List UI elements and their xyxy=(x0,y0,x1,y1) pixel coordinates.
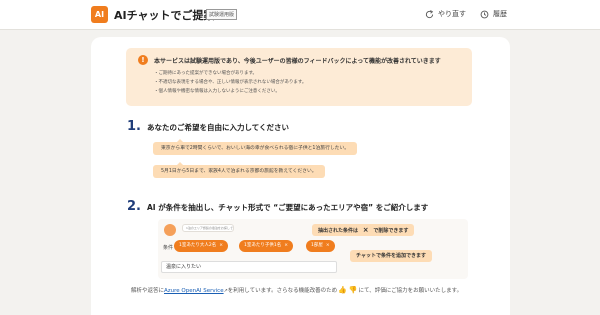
chat-input[interactable]: 温泉に入りたい xyxy=(161,261,337,273)
notice-list: ・ご期待にあった提案ができない場合があります。 ・不適切な表現をする場合や、正し… xyxy=(154,69,306,96)
notice-item: ・個人情報や機密な情報は入力しないようにご注意ください。 xyxy=(154,89,280,94)
step-2-number: 2. xyxy=(127,199,141,214)
close-icon[interactable]: × xyxy=(219,243,223,248)
callout-add: チャットで条件を追加できます xyxy=(350,250,432,262)
app-header: AI AIチャットでご提案 試験運用版 やり直す 履歴 xyxy=(0,0,600,30)
chip-label: 1室あたり子供1名 xyxy=(244,243,282,248)
app-title: AIチャットでご提案 xyxy=(114,9,215,22)
chip-label: 1部屋 xyxy=(311,243,323,248)
notice-item: ・ご期待にあった提案ができない場合があります。 xyxy=(154,71,258,76)
warning-icon: ! xyxy=(138,55,148,65)
footer-suffix: にて、評価にご協力をお願いいたします。 xyxy=(358,288,463,294)
bot-avatar xyxy=(164,224,176,236)
footer-prefix: 解析や返答に xyxy=(131,288,165,294)
history-button[interactable]: 履歴 xyxy=(480,9,507,19)
refresh-icon xyxy=(425,9,434,18)
retry-label: やり直す xyxy=(438,10,466,18)
trial-notice: ! 本サービスは試験運用版であり、今後ユーザーの皆様のフィードバックによって機能… xyxy=(126,48,472,106)
callout-delete: 抽出された条件は × で削除できます xyxy=(312,224,415,236)
close-icon: × xyxy=(362,226,369,234)
step-1-number: 1. xyxy=(127,119,141,134)
retry-button[interactable]: やり直す xyxy=(425,9,466,19)
azure-openai-link[interactable]: Azure OpenAI Service xyxy=(164,288,224,294)
history-icon xyxy=(480,10,489,18)
step-2-heading: 2. AI が条件を抽出し、チャット形式で “ご要望にあったエリアや宿” をご紹… xyxy=(127,199,428,214)
bot-message: 1泊のエリア旅館の宿泊をお探しです。 xyxy=(182,224,234,232)
condition-label: 条件 xyxy=(163,245,174,251)
footer-note: 解析や返答にAzure OpenAI Service↗を利用しています。さらなる… xyxy=(131,286,462,294)
app-logo: AI xyxy=(91,6,108,23)
footer-middle: を利用しています。さらなる機能改善のため xyxy=(227,288,338,294)
thumbs-down-icon: 👎 xyxy=(348,286,358,294)
notice-item: ・不適切な表現をする場合や、正しい情報が表示されない場合があります。 xyxy=(154,80,307,85)
history-label: 履歴 xyxy=(493,10,507,18)
step-1-text: あなたのご希望を自由に入力してください xyxy=(146,123,290,132)
step-1-heading: 1. あなたのご希望を自由に入力してください xyxy=(127,119,289,134)
callout-delete-suffix: で削除できます xyxy=(373,228,409,234)
example-bubble-2: 5月1日から5日まで、家族4人で泊まれる京都の旅館を教えてください。 xyxy=(153,162,325,178)
step-2-text: AI が条件を抽出し、チャット形式で “ご要望にあったエリアや宿” をご紹介しま… xyxy=(146,203,429,212)
notice-title: 本サービスは試験運用版であり、今後ユーザーの皆様のフィードバックによって機能が改… xyxy=(154,58,441,65)
example-bubble-1: 東京から車で2時間くらいで、おいしい海の幸が食べられる宿に子供と1泊旅行したい。 xyxy=(153,139,358,155)
condition-chip[interactable]: 1室あたり子供1名 × xyxy=(239,240,294,252)
condition-chip[interactable]: 1室あたり大人2名 × xyxy=(174,240,229,252)
close-icon[interactable]: × xyxy=(284,243,288,248)
trial-badge: 試験運用版 xyxy=(206,9,238,20)
thumbs-up-icon: 👍 xyxy=(338,286,347,294)
condition-chip[interactable]: 1部屋 × xyxy=(306,240,335,252)
callout-delete-prefix: 抽出された条件は xyxy=(318,228,359,234)
main-card: ! 本サービスは試験運用版であり、今後ユーザーの皆様のフィードバックによって機能… xyxy=(91,37,510,315)
chip-label: 1室あたり大人2名 xyxy=(179,243,217,248)
close-icon[interactable]: × xyxy=(326,243,330,248)
